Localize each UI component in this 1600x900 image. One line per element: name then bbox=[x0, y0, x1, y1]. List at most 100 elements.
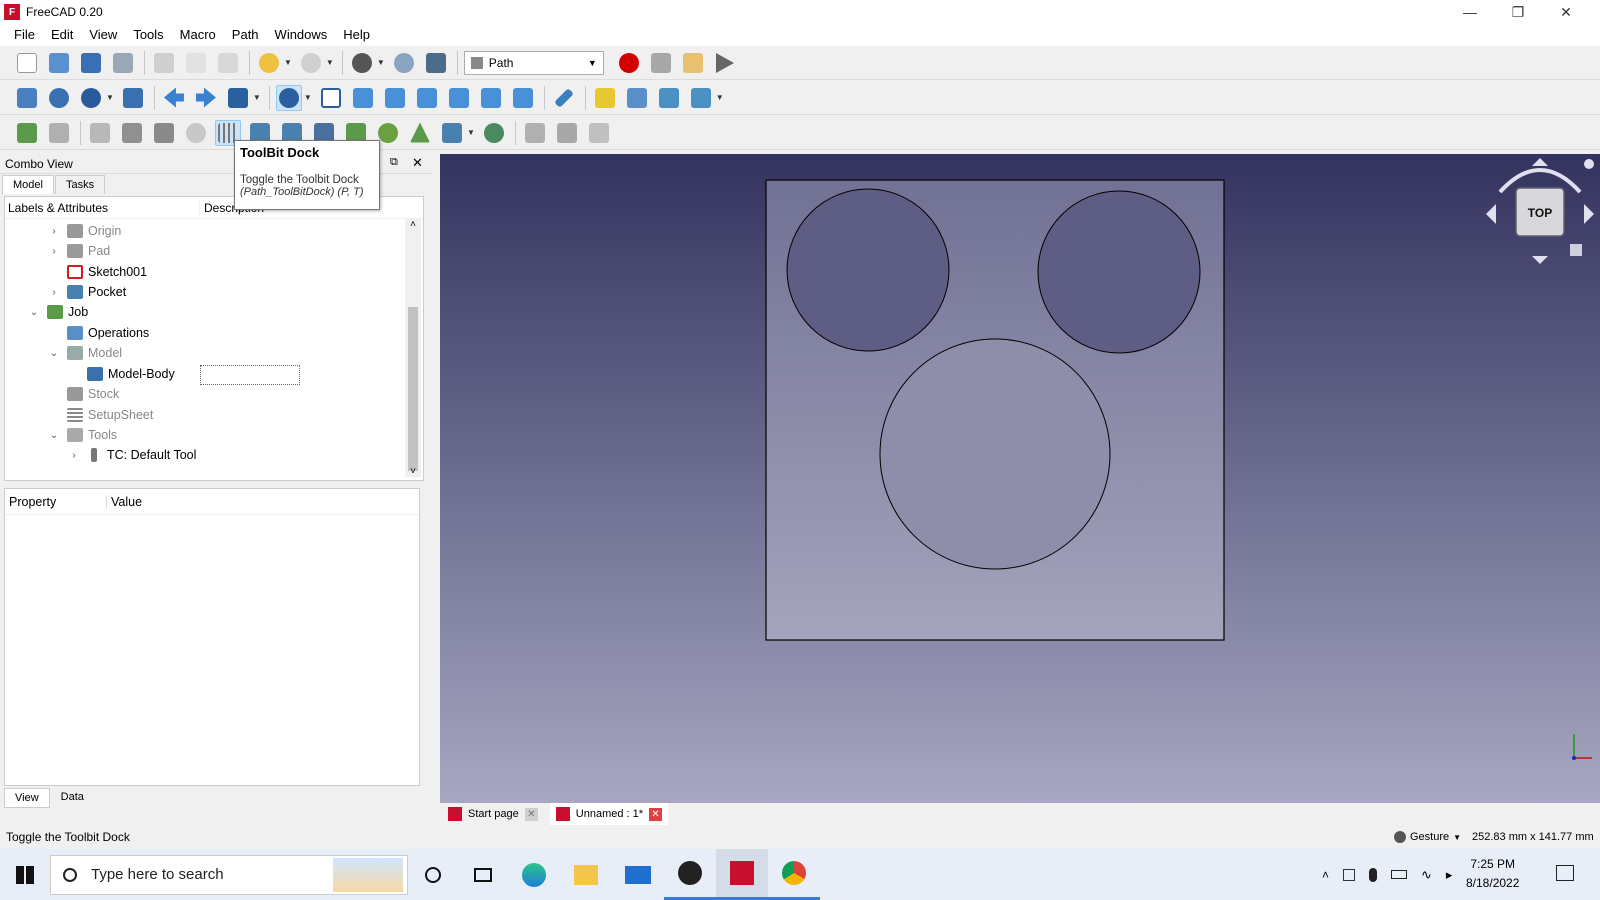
task-view-button[interactable] bbox=[458, 867, 508, 882]
forward-button[interactable] bbox=[193, 85, 219, 111]
menu-path[interactable]: Path bbox=[224, 24, 267, 46]
path-shape-button[interactable] bbox=[522, 120, 548, 146]
paste-button[interactable] bbox=[215, 50, 241, 76]
redo-dropdown-icon[interactable]: ▼ bbox=[326, 58, 334, 67]
volume-icon[interactable]: ▸ bbox=[1446, 867, 1453, 883]
clock[interactable]: 7:25 PM 8/18/2022 bbox=[1466, 855, 1519, 893]
engrave-button[interactable] bbox=[407, 120, 433, 146]
macro-record-button[interactable] bbox=[616, 50, 642, 76]
tree-item-default-tool[interactable]: › TC: Default Tool bbox=[67, 445, 196, 465]
std-views-dropdown-icon[interactable]: ▼ bbox=[304, 93, 312, 102]
bottom-view-button[interactable] bbox=[478, 85, 504, 111]
close-tab-icon[interactable]: ✕ bbox=[649, 807, 663, 821]
menu-view[interactable]: View bbox=[81, 24, 125, 46]
tree-item-origin[interactable]: › Origin bbox=[47, 221, 121, 241]
expand-arrow-icon[interactable]: › bbox=[47, 226, 61, 237]
pocket-hole-top-left[interactable] bbox=[786, 188, 950, 352]
create-part-button[interactable] bbox=[592, 85, 618, 111]
stock-button[interactable] bbox=[151, 120, 177, 146]
collapse-arrow-icon[interactable]: ⌄ bbox=[47, 430, 61, 441]
tree-item-operations[interactable]: Operations bbox=[47, 323, 149, 343]
navigation-cube[interactable]: TOP bbox=[1486, 158, 1594, 264]
labels-column-header[interactable]: Labels & Attributes bbox=[5, 201, 199, 215]
pocket-hole-top-right[interactable] bbox=[1037, 190, 1201, 354]
tree-item-model-body[interactable]: Model-Body bbox=[67, 364, 175, 384]
link-actions-button[interactable] bbox=[688, 85, 714, 111]
menu-edit[interactable]: Edit bbox=[43, 24, 81, 46]
measure-button[interactable] bbox=[551, 85, 577, 111]
scroll-up-icon[interactable]: ˄ bbox=[405, 219, 421, 230]
sanity-button[interactable] bbox=[183, 120, 209, 146]
print-button[interactable] bbox=[110, 50, 136, 76]
macro-run-button[interactable] bbox=[712, 50, 738, 76]
tab-start-page[interactable]: Start page ✕ bbox=[442, 803, 544, 825]
right-view-button[interactable] bbox=[414, 85, 440, 111]
macro-stop-button[interactable] bbox=[648, 50, 674, 76]
tab-model[interactable]: Model bbox=[2, 175, 54, 194]
expand-arrow-icon[interactable]: › bbox=[67, 450, 81, 461]
close-panel-icon[interactable]: ✕ bbox=[412, 155, 423, 171]
isometric-view-button[interactable] bbox=[318, 85, 344, 111]
back-button[interactable] bbox=[161, 85, 187, 111]
edge-taskbar-button[interactable] bbox=[508, 862, 560, 887]
scrollbar-thumb[interactable] bbox=[408, 307, 418, 471]
check-button[interactable] bbox=[349, 50, 375, 76]
new-document-button[interactable] bbox=[14, 50, 40, 76]
nav-left-arrow-icon[interactable] bbox=[1486, 204, 1496, 224]
create-link-button[interactable] bbox=[656, 85, 682, 111]
expand-arrow-icon[interactable]: › bbox=[47, 246, 61, 257]
tray-chevron-up-icon[interactable]: ˄ bbox=[1322, 868, 1329, 882]
sync-view-button[interactable] bbox=[225, 85, 251, 111]
check-dropdown-icon[interactable]: ▼ bbox=[377, 58, 385, 67]
rear-view-button[interactable] bbox=[446, 85, 472, 111]
sync-view-dropdown-icon[interactable]: ▼ bbox=[253, 93, 261, 102]
copy-button[interactable] bbox=[183, 50, 209, 76]
nav-menu-icon[interactable] bbox=[1584, 159, 1594, 169]
mail-taskbar-button[interactable] bbox=[612, 865, 664, 884]
tree-item-sketch001[interactable]: Sketch001 bbox=[47, 262, 147, 282]
collapse-arrow-icon[interactable]: ⌄ bbox=[47, 348, 61, 359]
taskbar-search-box[interactable]: Type here to search bbox=[50, 854, 408, 895]
macro-edit-button[interactable] bbox=[680, 50, 706, 76]
dressup-button[interactable] bbox=[481, 120, 507, 146]
inspect-button[interactable] bbox=[87, 120, 113, 146]
pocket-hole-bottom[interactable] bbox=[879, 338, 1111, 570]
tree-scrollbar[interactable]: ˄ ˅ bbox=[405, 219, 421, 477]
property-column-header[interactable]: Property bbox=[5, 494, 107, 509]
menu-windows[interactable]: Windows bbox=[267, 24, 336, 46]
3d-ops-button[interactable] bbox=[439, 120, 465, 146]
bounding-box-button[interactable] bbox=[120, 85, 146, 111]
menu-tools[interactable]: Tools bbox=[125, 24, 171, 46]
open-button[interactable] bbox=[46, 50, 72, 76]
undo-button[interactable] bbox=[256, 50, 282, 76]
front-view-button[interactable] bbox=[350, 85, 376, 111]
tab-data[interactable]: Data bbox=[50, 788, 94, 808]
link-actions-dropdown-icon[interactable]: ▼ bbox=[716, 93, 724, 102]
cut-button[interactable] bbox=[151, 50, 177, 76]
draw-style-button[interactable] bbox=[78, 85, 104, 111]
obs-taskbar-button[interactable] bbox=[664, 849, 716, 900]
restore-button[interactable]: ❐ bbox=[1494, 0, 1542, 24]
3d-ops-dropdown-icon[interactable]: ▼ bbox=[467, 128, 475, 137]
tree-item-tools[interactable]: ⌄ Tools bbox=[47, 425, 117, 445]
notifications-icon[interactable] bbox=[1556, 865, 1574, 881]
path-simple-copy-button[interactable] bbox=[586, 120, 612, 146]
menu-macro[interactable]: Macro bbox=[172, 24, 224, 46]
save-button[interactable] bbox=[78, 50, 104, 76]
expand-arrow-icon[interactable]: › bbox=[47, 287, 61, 298]
close-window-button[interactable]: ✕ bbox=[1542, 0, 1590, 24]
value-column-header[interactable]: Value bbox=[107, 495, 142, 509]
refresh-button[interactable] bbox=[391, 50, 417, 76]
draw-style-dropdown-icon[interactable]: ▼ bbox=[106, 93, 114, 102]
tab-unnamed[interactable]: Unnamed : 1* ✕ bbox=[549, 803, 669, 825]
meet-now-icon[interactable] bbox=[1343, 868, 1356, 881]
tab-tasks[interactable]: Tasks bbox=[54, 175, 106, 194]
freecad-taskbar-button[interactable] bbox=[716, 849, 768, 900]
scroll-down-icon[interactable]: ˅ bbox=[405, 466, 421, 477]
explorer-taskbar-button[interactable] bbox=[560, 864, 612, 885]
battery-icon[interactable] bbox=[1391, 870, 1408, 879]
menu-help[interactable]: Help bbox=[335, 24, 378, 46]
tree-item-pocket[interactable]: › Pocket bbox=[47, 282, 126, 302]
nav-down-arrow-icon[interactable] bbox=[1532, 256, 1548, 264]
job-button[interactable] bbox=[14, 120, 40, 146]
